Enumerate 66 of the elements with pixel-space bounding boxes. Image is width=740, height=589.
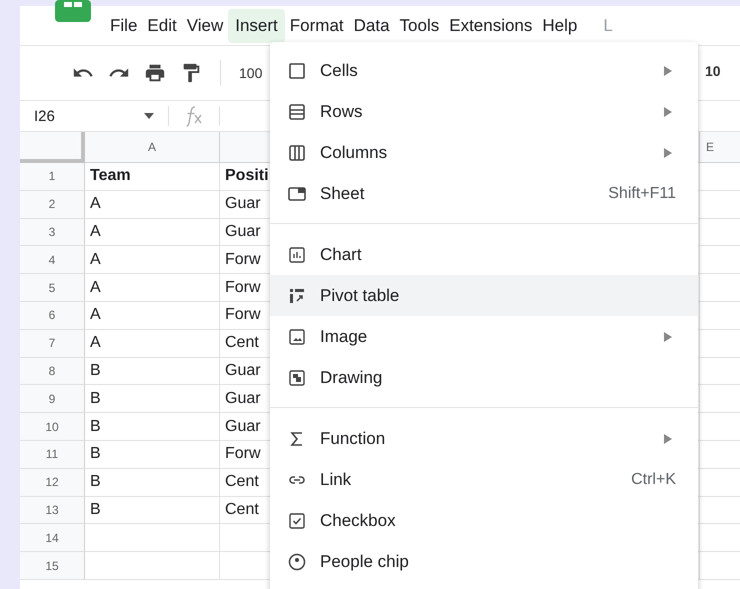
shortcut-text: Shift+F11 [608, 184, 676, 202]
table-cell: A [85, 330, 220, 358]
menu-item[interactable]: Extensions [444, 8, 538, 42]
menu-item-label: Chart [320, 244, 363, 264]
menu-item-label: Columns [320, 142, 388, 162]
person-icon [287, 552, 307, 572]
table-cell: A [85, 274, 220, 302]
menu-item-label: Rows [320, 102, 364, 122]
row-number[interactable]: 6 [20, 302, 85, 330]
cell-reference[interactable]: I26 [20, 108, 144, 124]
image-icon [287, 326, 307, 346]
menu-item-label: Link [320, 470, 352, 490]
row-number[interactable]: 10 [20, 413, 85, 441]
menu-item[interactable]: Tools [394, 8, 444, 42]
menu-item[interactable]: Help [537, 8, 582, 42]
menu-item[interactable]: Insert [228, 8, 285, 42]
row-number[interactable]: 11 [20, 440, 85, 469]
font-size-field[interactable]: 10 [705, 63, 721, 79]
sheets-logo-icon[interactable] [55, 0, 91, 22]
menu-item[interactable]: View [182, 8, 228, 42]
row-number[interactable]: 4 [20, 246, 85, 274]
menu-item[interactable]: Format [284, 8, 349, 42]
zoom-selector[interactable]: 100 [239, 65, 262, 81]
print-icon[interactable] [144, 62, 166, 84]
row-number[interactable]: 2 [20, 190, 85, 219]
rows-icon [287, 102, 307, 122]
table-cell: B [85, 440, 220, 469]
column-header[interactable]: A [85, 132, 220, 163]
table-cell: Team [85, 163, 220, 191]
row-number[interactable]: 3 [20, 218, 85, 246]
checkbox-icon [287, 510, 307, 530]
row-number[interactable]: 8 [20, 358, 85, 386]
table-cell: A [85, 218, 220, 246]
column-header[interactable]: E [700, 132, 740, 163]
menu-item[interactable]: File [105, 8, 142, 42]
row-number[interactable]: 12 [20, 468, 85, 497]
columns-icon [287, 142, 307, 162]
row-number[interactable]: 13 [20, 496, 85, 524]
table-cell: A [85, 246, 220, 274]
row-number[interactable]: 1 [20, 163, 85, 191]
table-cell: A [85, 302, 220, 330]
menu-item[interactable]: Cells [270, 50, 698, 91]
table-cell: B [85, 496, 220, 524]
menu-item[interactable]: People chip [270, 541, 698, 582]
drawing-icon [287, 368, 307, 388]
shortcut-text: Ctrl+K [631, 470, 676, 488]
row-number[interactable]: 7 [20, 330, 85, 358]
menu-item[interactable]: Edit [142, 8, 182, 42]
menu-item-label: People chip [320, 552, 410, 572]
row-number[interactable]: 5 [20, 274, 85, 302]
table-cell: B [85, 358, 220, 386]
menu-item[interactable]: Rows [270, 91, 698, 132]
table-cell: B [85, 468, 220, 497]
chart-icon [287, 244, 307, 264]
table-cell: B [85, 385, 220, 414]
menu-item[interactable]: Pivot table [270, 275, 698, 316]
row-number[interactable]: 14 [20, 524, 85, 552]
table-cell: A [85, 190, 220, 219]
caret-icon[interactable] [144, 113, 154, 119]
row-number[interactable]: 15 [20, 552, 85, 580]
table-cell: B [85, 413, 220, 441]
row-number[interactable]: 9 [20, 385, 85, 414]
menu-item-label: Cells [320, 60, 359, 80]
menu-item[interactable]: Data [348, 8, 395, 42]
corner-cell[interactable] [20, 132, 85, 163]
square-icon [287, 60, 307, 80]
